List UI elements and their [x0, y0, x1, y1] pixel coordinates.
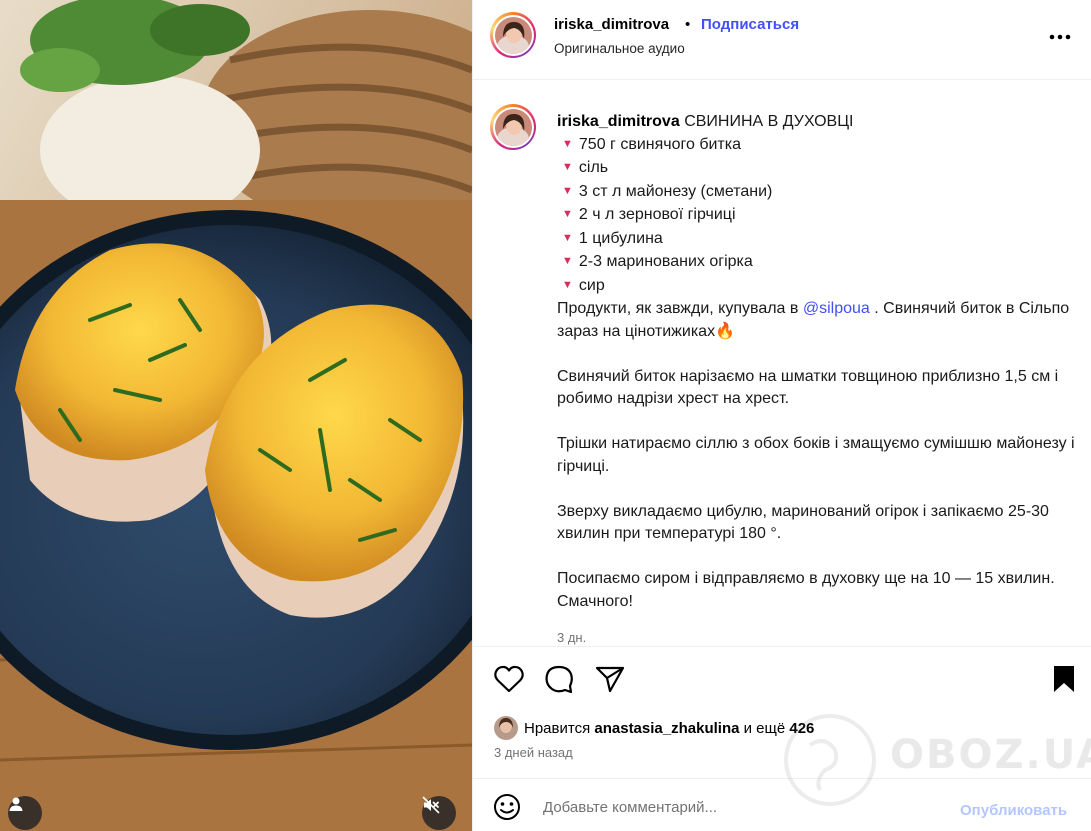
caption-text: iriska_dimitrova СВИНИНА В ДУХОВЦІ ▼ 750 …: [557, 111, 1082, 650]
publish-comment-button[interactable]: Опубликовать: [960, 802, 1067, 819]
ingredient-item: ▼ 2 ч л зернової гірчиці: [562, 206, 736, 223]
smiley-icon: [493, 793, 521, 826]
post-media-video[interactable]: [0, 0, 472, 831]
post-date[interactable]: 3 дней назад: [494, 745, 573, 760]
mute-toggle-button[interactable]: [422, 796, 456, 830]
heart-outline-icon: [494, 665, 524, 698]
post-actions: Нравится anastasia_zhakulina и ещё 426 3…: [473, 646, 1091, 779]
red-triangle-icon: ▼: [562, 231, 573, 244]
separator-dot: •: [685, 16, 691, 33]
likes-prefix: Нравится: [524, 719, 591, 737]
likes-middle: и ещё: [743, 719, 786, 737]
red-triangle-icon: ▼: [562, 184, 573, 197]
ingredient-item: ▼ 3 ст л майонезу (сметани): [562, 182, 773, 200]
caption-author-avatar[interactable]: [490, 104, 536, 150]
emoji-picker-button[interactable]: [493, 793, 521, 826]
liker-username-link[interactable]: anastasia_zhakulina: [594, 720, 739, 737]
author-username-link[interactable]: iriska_dimitrova: [554, 16, 669, 33]
caption-section: iriska_dimitrova СВИНИНА В ДУХОВЦІ ▼ 750 …: [473, 80, 1091, 646]
ingredient-item: ▼ сіль: [562, 159, 609, 176]
caption-paragraph: Свинячий биток нарізаємо на шматки товщи…: [557, 367, 1059, 408]
caption-paragraph: Зверху викладаємо цибулю, маринований ог…: [557, 502, 1049, 543]
liker-avatar[interactable]: [494, 716, 518, 740]
share-button[interactable]: [594, 665, 626, 697]
post-details-panel: iriska_dimitrova • Подписаться Оригиналь…: [472, 0, 1091, 831]
comment-bubble-icon: [544, 664, 574, 699]
likes-count[interactable]: 426: [789, 720, 814, 737]
caption-paragraph: Посипаємо сиром і відправляємо в духовку…: [557, 570, 1055, 610]
red-triangle-icon: ▼: [562, 278, 573, 291]
bookmark-filled-icon: [1052, 665, 1076, 698]
caption-paragraph: Продукти, як завжди, купувала в @silpoua…: [557, 300, 1070, 340]
caption-paragraph: Трішки натираємо сіллю з обох боків і зм…: [557, 435, 1075, 475]
tagged-users-button[interactable]: [8, 796, 42, 830]
red-triangle-icon: ▼: [562, 161, 573, 173]
paper-plane-icon: [595, 665, 625, 698]
save-button[interactable]: [1048, 665, 1080, 697]
more-options-button[interactable]: [1046, 24, 1074, 48]
comment-button[interactable]: [543, 665, 575, 697]
post-header: iriska_dimitrova • Подписаться Оригиналь…: [473, 0, 1091, 80]
comment-form: Опубликовать: [473, 779, 1091, 831]
red-triangle-icon: ▼: [562, 208, 573, 220]
red-triangle-icon: ▼: [562, 137, 573, 150]
fire-icon: 🔥: [715, 322, 735, 340]
ingredient-item: ▼ 750 г свинячого битка: [562, 135, 741, 153]
red-triangle-icon: ▼: [562, 255, 573, 267]
ingredient-item: ▼ 2-3 маринованих огірка: [562, 253, 753, 270]
ingredient-item: ▼ сир: [562, 276, 605, 294]
follow-button[interactable]: Подписаться: [701, 16, 799, 33]
caption-username-link[interactable]: iriska_dimitrova: [557, 113, 680, 130]
comment-input[interactable]: [543, 793, 943, 821]
audio-link[interactable]: Оригинальное аудио: [554, 41, 685, 56]
author-avatar[interactable]: [490, 12, 536, 58]
mention-link-silpoua[interactable]: @silpoua: [803, 300, 870, 317]
caption-title: СВИНИНА В ДУХОВЦІ: [684, 113, 854, 130]
more-horizontal-icon: [1049, 27, 1071, 45]
like-button[interactable]: [493, 665, 525, 697]
ingredient-item: ▼ 1 цибулина: [562, 229, 663, 247]
likes-summary: Нравится anastasia_zhakulina и ещё 426: [494, 716, 814, 740]
food-photo: [0, 0, 472, 831]
